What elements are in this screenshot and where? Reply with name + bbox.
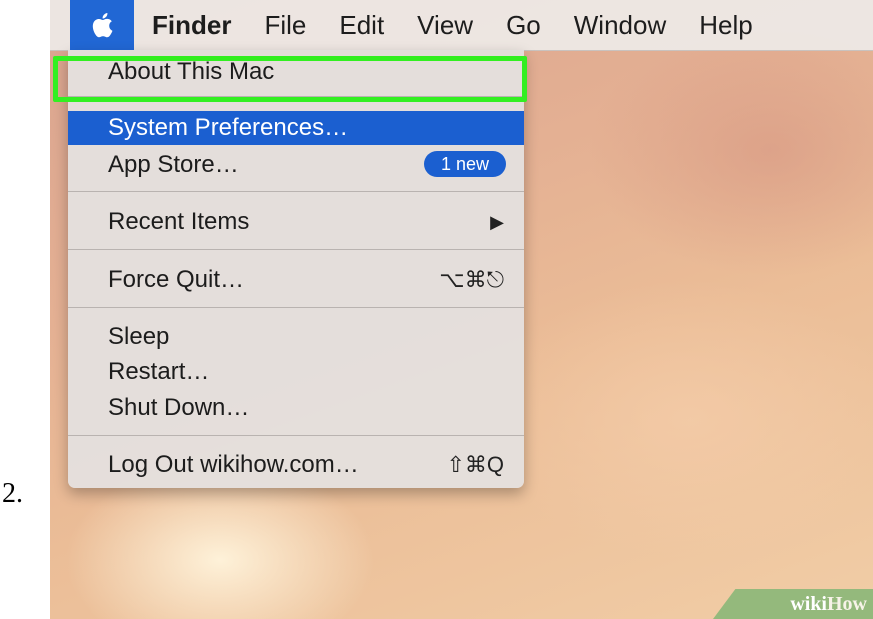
step-number: 2. [2,478,23,509]
menu-item-label: Restart… [108,358,210,385]
menu-view[interactable]: View [417,10,473,41]
menu-item-label: Force Quit… [108,266,245,293]
menu-item-recent-items[interactable]: Recent Items ▶ [68,205,524,239]
menu-item-sleep[interactable]: Sleep [68,320,524,354]
wikihow-watermark: wiki How [713,589,873,619]
menu-item-force-quit[interactable]: Force Quit… ⌥⌘⎋ [68,263,524,297]
menu-finder[interactable]: Finder [152,10,231,41]
menu-item-label: Shut Down… [108,394,250,421]
menu-separator [68,191,524,192]
menu-separator [68,307,524,308]
menu-bar: Finder File Edit View Go Window Help [50,0,873,51]
menu-edit[interactable]: Edit [339,10,384,41]
menu-file[interactable]: File [264,10,306,41]
menu-separator [68,435,524,436]
watermark-how-text: How [827,592,867,615]
submenu-arrow-icon: ▶ [490,211,504,232]
update-badge: 1 new [424,151,506,177]
apple-menu-dropdown: About This Mac System Preferences… App S… [68,50,524,488]
menu-separator [68,249,524,250]
menu-item-label: System Preferences… [108,114,349,141]
menu-item-log-out[interactable]: Log Out wikihow.com… ⇧⌘Q [68,448,524,482]
menu-item-system-preferences[interactable]: System Preferences… [68,111,524,145]
menu-item-restart[interactable]: Restart… [68,355,524,389]
menu-window[interactable]: Window [574,10,666,41]
menu-item-label: App Store… [108,151,239,178]
menu-item-label: Recent Items [108,208,250,235]
watermark-wiki-text: wiki [790,592,827,615]
keyboard-shortcut: ⌥⌘⎋ [439,267,504,292]
desktop-screen: Finder File Edit View Go Window Help Abo… [50,0,873,619]
menu-item-app-store[interactable]: App Store… 1 new [68,148,524,182]
apple-menu-button[interactable] [70,0,134,50]
menu-item-label: Sleep [108,323,170,350]
keyboard-shortcut: ⇧⌘Q [446,452,504,477]
highlight-outline [53,56,527,102]
menu-item-label: Log Out wikihow.com… [108,451,359,478]
apple-logo-icon [92,13,113,38]
menu-item-shut-down[interactable]: Shut Down… [68,391,524,425]
menu-help[interactable]: Help [699,10,752,41]
menu-go[interactable]: Go [506,10,541,41]
